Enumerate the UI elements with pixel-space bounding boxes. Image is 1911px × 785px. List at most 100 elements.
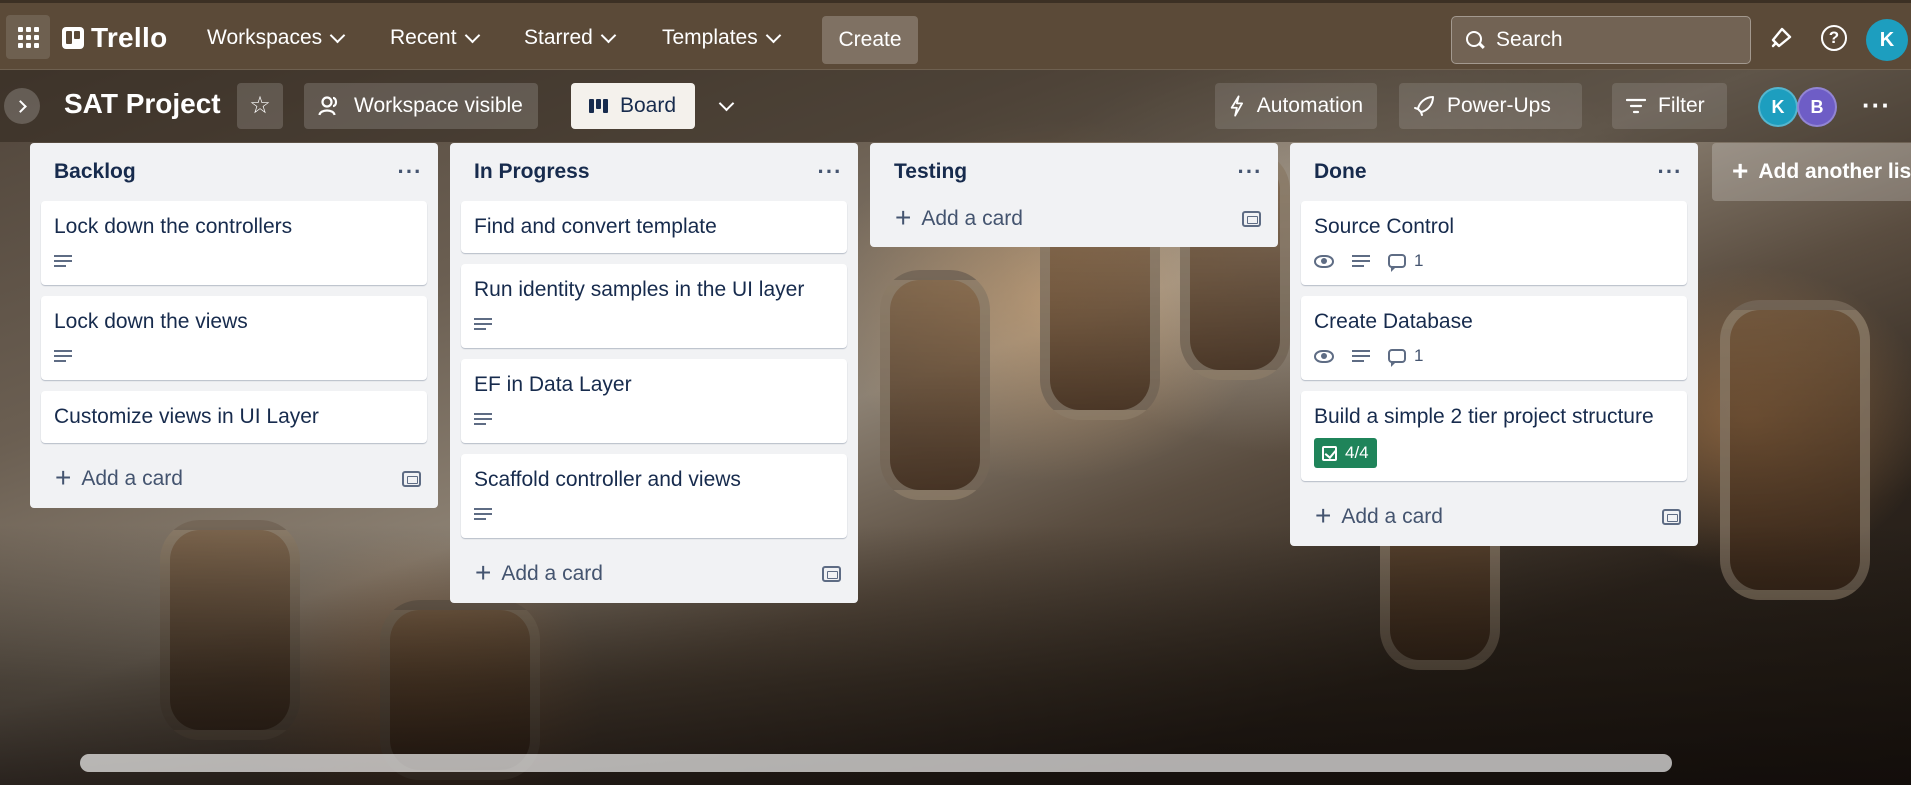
help-button[interactable]: ?	[1819, 23, 1849, 53]
plus-icon: +	[1315, 499, 1332, 531]
star-icon: ☆	[249, 92, 271, 119]
member-avatar[interactable]: B	[1797, 87, 1837, 127]
board-title[interactable]: SAT Project	[64, 88, 221, 120]
card[interactable]: Source Control 1	[1301, 201, 1687, 285]
visibility-label: Workspace visible	[354, 94, 523, 117]
card[interactable]: Find and convert template	[461, 201, 847, 253]
top-navigation-bar: Trello Workspaces Recent Starred Templat…	[0, 0, 1911, 70]
user-avatar[interactable]: K	[1866, 19, 1908, 61]
comment-count: 1	[1414, 346, 1424, 365]
create-from-template-icon[interactable]	[822, 566, 841, 582]
card-title: Create Database	[1314, 310, 1473, 333]
search-input[interactable]	[1496, 28, 1716, 52]
nav-starred[interactable]: Starred	[514, 19, 624, 57]
description-icon	[474, 413, 492, 425]
checklist-badge: 4/4	[1314, 438, 1377, 468]
list-title[interactable]: In Progress	[474, 160, 590, 184]
list-actions-button[interactable]: ···	[393, 155, 427, 189]
filter-label: Filter	[1658, 94, 1705, 117]
description-icon	[474, 318, 492, 330]
board-view-button[interactable]: Board	[571, 83, 695, 129]
list-title[interactable]: Done	[1314, 160, 1367, 184]
add-card-button[interactable]: + Add a card	[895, 203, 1023, 232]
rocket-icon	[1414, 96, 1434, 116]
nav-label: Starred	[524, 26, 593, 49]
card-title: Customize views in UI Layer	[54, 405, 319, 428]
list-title[interactable]: Testing	[894, 160, 967, 184]
trello-logo[interactable]: Trello	[62, 21, 168, 55]
watching-eye-icon	[1314, 254, 1334, 268]
power-ups-label: Power-Ups	[1447, 94, 1551, 117]
board-menu-button[interactable]: ···	[1862, 92, 1891, 118]
list-actions-button[interactable]: ···	[813, 155, 847, 189]
view-label: Board	[620, 94, 677, 117]
description-icon	[1352, 255, 1370, 267]
plus-icon: +	[55, 461, 72, 493]
card[interactable]: Build a simple 2 tier project structure …	[1301, 391, 1687, 481]
expand-sidebar-button[interactable]	[4, 88, 40, 124]
add-card-label: Add a card	[81, 467, 183, 490]
list-actions-button[interactable]: ···	[1653, 155, 1687, 189]
card-title: Build a simple 2 tier project structure	[1314, 405, 1654, 428]
nav-label: Recent	[390, 26, 457, 49]
list-backlog: Backlog ··· Lock down the controllers Lo…	[30, 143, 438, 508]
notifications-button[interactable]	[1766, 23, 1796, 53]
comments-badge: 1	[1388, 346, 1424, 367]
list-actions-button[interactable]: ···	[1233, 155, 1267, 189]
add-list-button[interactable]: + Add another list	[1712, 143, 1911, 201]
add-card-button[interactable]: + Add a card	[1315, 499, 1443, 531]
chevron-right-icon	[14, 99, 27, 113]
scrollbar-thumb[interactable]	[80, 754, 1672, 772]
create-from-template-icon[interactable]	[1662, 509, 1681, 525]
create-from-template-icon[interactable]	[402, 471, 421, 487]
plus-icon: +	[475, 556, 492, 588]
search-icon	[1466, 31, 1484, 49]
filter-button[interactable]: Filter	[1612, 83, 1727, 129]
description-icon	[474, 508, 492, 520]
card-title: Lock down the views	[54, 310, 248, 333]
switch-view-button[interactable]	[703, 83, 749, 129]
description-icon	[54, 255, 72, 267]
star-board-button[interactable]: ☆	[237, 83, 283, 129]
card[interactable]: Run identity samples in the UI layer	[461, 264, 847, 348]
horizontal-scrollbar[interactable]	[80, 754, 1672, 772]
chevron-down-icon	[600, 27, 617, 43]
card-title: Run identity samples in the UI layer	[474, 278, 805, 301]
description-icon	[54, 350, 72, 362]
list-title[interactable]: Backlog	[54, 160, 136, 184]
add-card-button[interactable]: + Add a card	[55, 461, 183, 493]
list-in-progress: In Progress ··· Find and convert templat…	[450, 143, 858, 603]
nav-workspaces[interactable]: Workspaces	[197, 19, 353, 57]
card-title: Lock down the controllers	[54, 215, 293, 238]
app-switcher-button[interactable]	[6, 15, 50, 59]
card-title: Source Control	[1314, 215, 1455, 238]
comment-icon	[1388, 349, 1406, 367]
filter-icon	[1626, 98, 1646, 114]
power-ups-button[interactable]: Power-Ups	[1399, 83, 1582, 129]
card[interactable]: Lock down the views	[41, 296, 427, 380]
card[interactable]: Scaffold controller and views	[461, 454, 847, 538]
checkbox-icon	[1322, 445, 1337, 461]
people-icon	[318, 96, 338, 116]
search-box[interactable]	[1451, 16, 1751, 64]
nav-templates[interactable]: Templates	[652, 19, 789, 57]
chevron-down-icon	[765, 27, 781, 43]
card[interactable]: Create Database 1	[1301, 296, 1687, 380]
card-title: EF in Data Layer	[474, 373, 632, 396]
card[interactable]: EF in Data Layer	[461, 359, 847, 443]
card-title: Scaffold controller and views	[474, 468, 741, 491]
nav-recent[interactable]: Recent	[380, 19, 488, 57]
create-from-template-icon[interactable]	[1242, 211, 1261, 227]
add-card-label: Add a card	[501, 562, 603, 585]
comment-count: 1	[1414, 251, 1424, 270]
card[interactable]: Lock down the controllers	[41, 201, 427, 285]
visibility-button[interactable]: Workspace visible	[304, 83, 538, 129]
automation-button[interactable]: Automation	[1215, 83, 1377, 129]
add-card-button[interactable]: + Add a card	[475, 556, 603, 588]
create-button[interactable]: Create	[822, 16, 918, 64]
member-avatar[interactable]: K	[1758, 87, 1798, 127]
add-card-label: Add a card	[1341, 505, 1443, 528]
card[interactable]: Customize views in UI Layer	[41, 391, 427, 443]
list-testing: Testing ··· + Add a card	[870, 143, 1278, 247]
description-icon	[1352, 350, 1370, 362]
